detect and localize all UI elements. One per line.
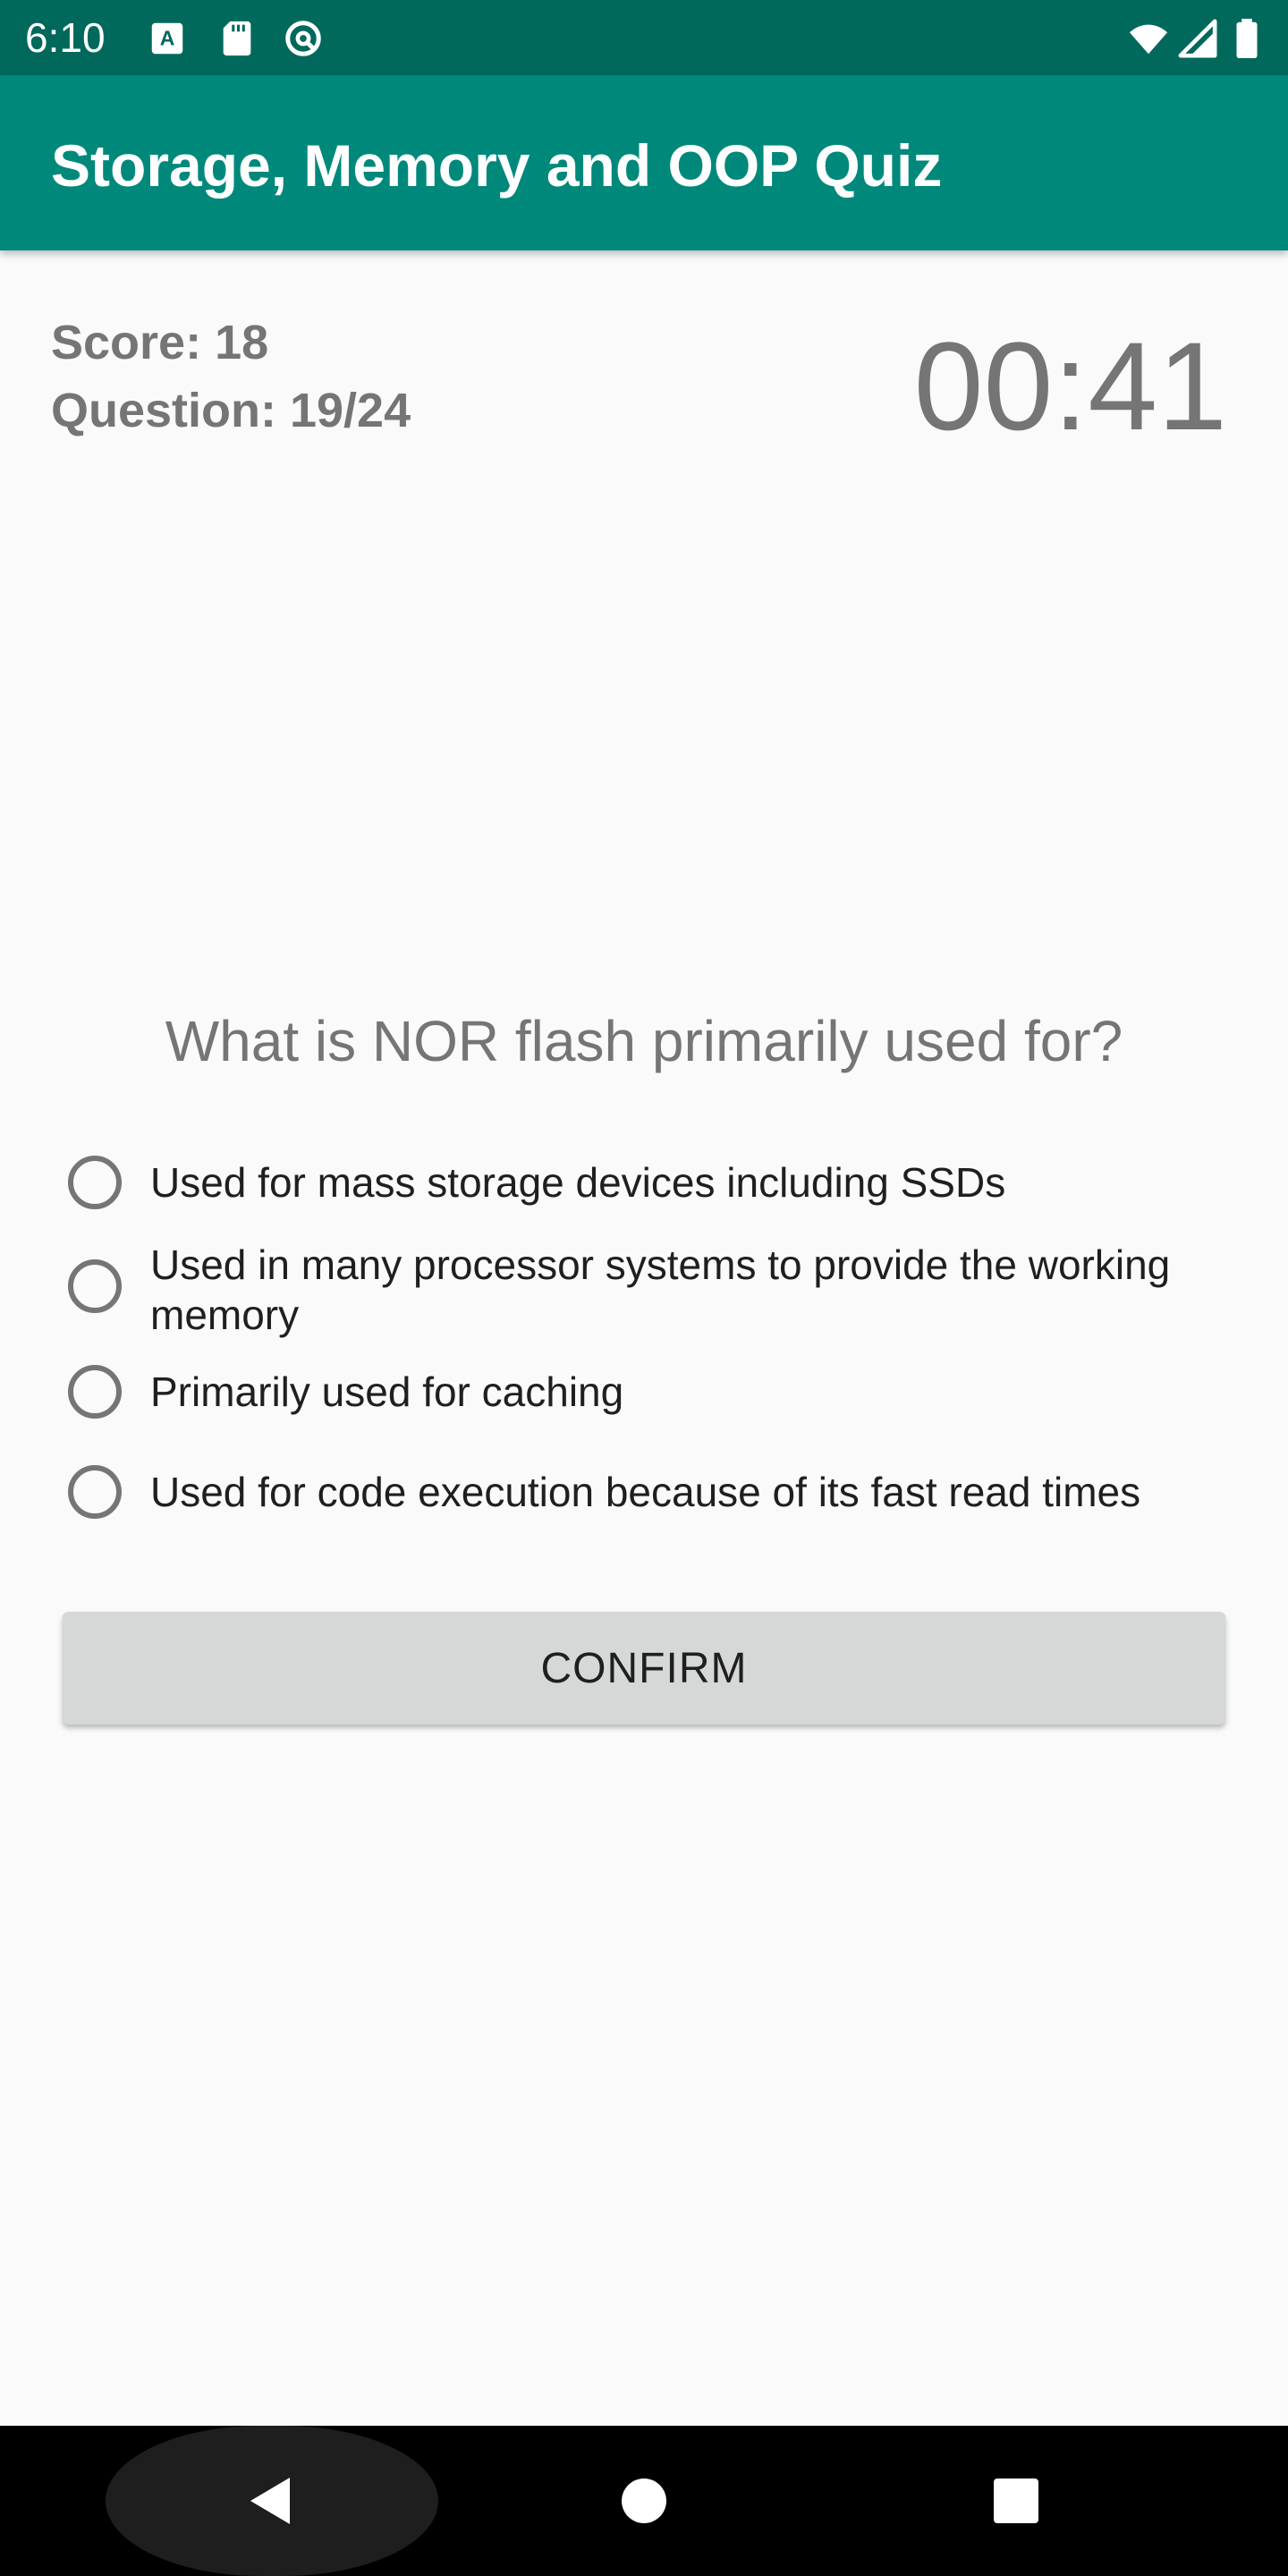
countdown-timer: 00:41 (913, 316, 1227, 456)
status-time: 6:10 (25, 14, 106, 61)
navigation-bar (0, 2426, 1288, 2576)
app-bar: Storage, Memory and OOP Quiz (0, 75, 1288, 250)
question-count-label: Question: 19/24 (51, 384, 411, 437)
radio-button-4[interactable] (68, 1465, 122, 1519)
sd-card-icon (216, 18, 258, 59)
app-title: Storage, Memory and OOP Quiz (51, 132, 943, 199)
battery-icon (1231, 18, 1263, 59)
answer-option-label[interactable]: Used for code execution because of its f… (150, 1467, 1259, 1517)
radio-button-1[interactable] (68, 1156, 122, 1209)
confirm-button[interactable]: CONFIRM (63, 1612, 1225, 1724)
keyboard-a-icon: A (147, 18, 188, 59)
no-disturb-icon (283, 18, 324, 59)
answer-option-label[interactable]: Primarily used for caching (150, 1367, 1259, 1417)
signal-icon (1177, 18, 1218, 59)
score-label: Score: 18 (51, 316, 269, 369)
radio-button-3[interactable] (68, 1365, 122, 1419)
answer-option-label[interactable]: Used for mass storage devices including … (150, 1157, 1259, 1208)
recents-icon[interactable] (980, 2465, 1052, 2537)
answer-option-label[interactable]: Used in many processor systems to provid… (150, 1240, 1259, 1340)
back-icon[interactable] (234, 2465, 306, 2537)
home-icon[interactable] (608, 2465, 680, 2537)
status-bar: 6:10 A (0, 0, 1288, 75)
svg-text:A: A (160, 27, 175, 50)
wifi-icon (1123, 18, 1174, 59)
radio-button-2[interactable] (68, 1259, 122, 1313)
question-text: What is NOR flash primarily used for? (165, 1009, 1123, 1073)
